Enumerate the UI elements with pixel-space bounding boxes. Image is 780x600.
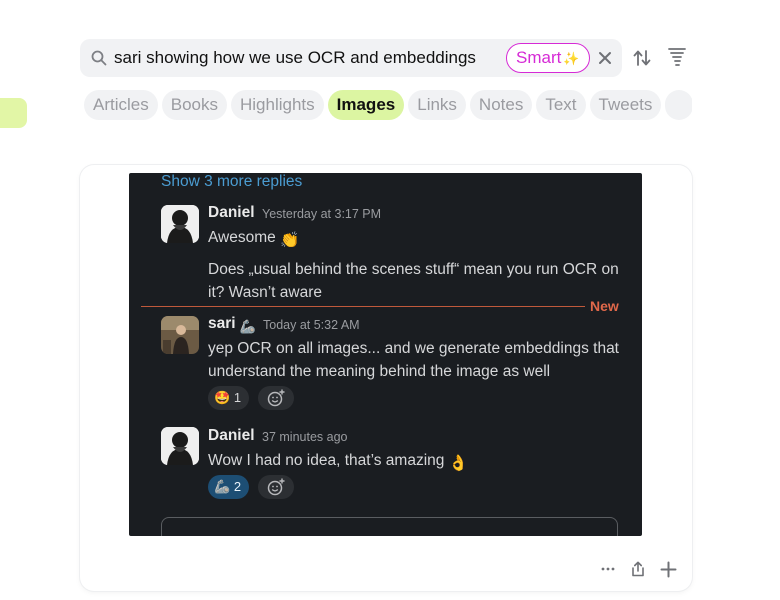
more-icon[interactable]	[600, 561, 616, 577]
message-composer	[161, 517, 618, 536]
message-time: Today at 5:32 AM	[263, 318, 360, 332]
sender-name: sari 🦾	[208, 315, 257, 334]
share-icon[interactable]	[630, 561, 646, 577]
mechanical-arm-icon: 🦾	[214, 479, 231, 494]
clear-search-icon[interactable]	[596, 49, 614, 67]
tab-highlights[interactable]: Highlights	[230, 90, 324, 120]
add-reaction-button[interactable]	[258, 475, 294, 499]
daniel-avatar-icon	[161, 427, 199, 465]
message-text: Wow I had no idea, that’s amazing 👌	[208, 449, 633, 475]
tab-notes[interactable]: Notes	[469, 90, 533, 120]
sort-icon[interactable]	[633, 48, 651, 68]
tab-text[interactable]: Text	[536, 90, 586, 120]
reaction-chip[interactable]: 🤩 1	[208, 386, 250, 410]
sparkles-icon: ✨	[563, 51, 580, 66]
mechanical-arm-icon: 🦾	[239, 319, 257, 334]
daniel-avatar-icon	[161, 205, 199, 243]
message-time: Yesterday at 3:17 PM	[262, 207, 382, 221]
message-text: yep OCR on all images... and we generate…	[208, 340, 619, 380]
sidebar-active-indicator[interactable]	[0, 98, 27, 128]
message-text: Does „usual behind the scenes stuff“ mea…	[208, 261, 619, 301]
star-struck-icon: 🤩	[214, 390, 231, 405]
tab-images[interactable]: Images	[327, 90, 405, 120]
search-bar[interactable]: sari showing how we use OCR and embeddin…	[80, 39, 622, 77]
tab-tweets[interactable]: Tweets	[589, 90, 662, 120]
message-text: Awesome 👏	[208, 226, 633, 252]
tab-books[interactable]: Books	[161, 90, 227, 120]
avatar	[161, 316, 199, 354]
sari-avatar-icon	[161, 316, 199, 354]
smart-label: Smart	[516, 48, 562, 67]
content-type-tabs: Articles Books Highlights Images Links Notes T…	[84, 90, 692, 122]
sender-name: Daniel	[208, 204, 255, 221]
smart-search-toggle[interactable]: Smart ✨	[506, 43, 590, 73]
avatar	[161, 427, 199, 465]
message-time: 37 minutes ago	[262, 430, 348, 444]
plus-icon[interactable]	[660, 561, 677, 578]
sender-name: Daniel	[208, 427, 255, 444]
reader-page: sari showing how we use OCR and embeddin…	[0, 0, 780, 600]
show-more-replies-link: Show 3 more replies	[161, 173, 303, 190]
search-input[interactable]: sari showing how we use OCR and embeddin…	[114, 39, 476, 77]
clapping-hands-icon: 👏	[280, 232, 300, 249]
search-icon	[91, 50, 107, 66]
reaction-count: 1	[233, 390, 242, 405]
new-messages-divider	[141, 306, 585, 307]
ok-hand-icon: 👌	[448, 455, 468, 472]
reaction-chip[interactable]: 🦾 2	[208, 475, 250, 499]
tab-overflow[interactable]	[665, 90, 692, 120]
add-emoji-icon	[267, 478, 285, 496]
tab-links[interactable]: Links	[408, 90, 466, 120]
tab-articles[interactable]: Articles	[84, 90, 158, 120]
image-card[interactable]: Show 3 more replies Daniel Yesterday at …	[80, 165, 692, 591]
add-reaction-button[interactable]	[258, 386, 294, 410]
slack-screenshot: Show 3 more replies Daniel Yesterday at …	[129, 173, 642, 536]
add-emoji-icon	[267, 389, 285, 407]
new-messages-label: New	[590, 298, 619, 314]
reaction-count: 2	[233, 479, 242, 494]
avatar	[161, 205, 199, 243]
filter-tornado-icon[interactable]	[667, 46, 687, 68]
